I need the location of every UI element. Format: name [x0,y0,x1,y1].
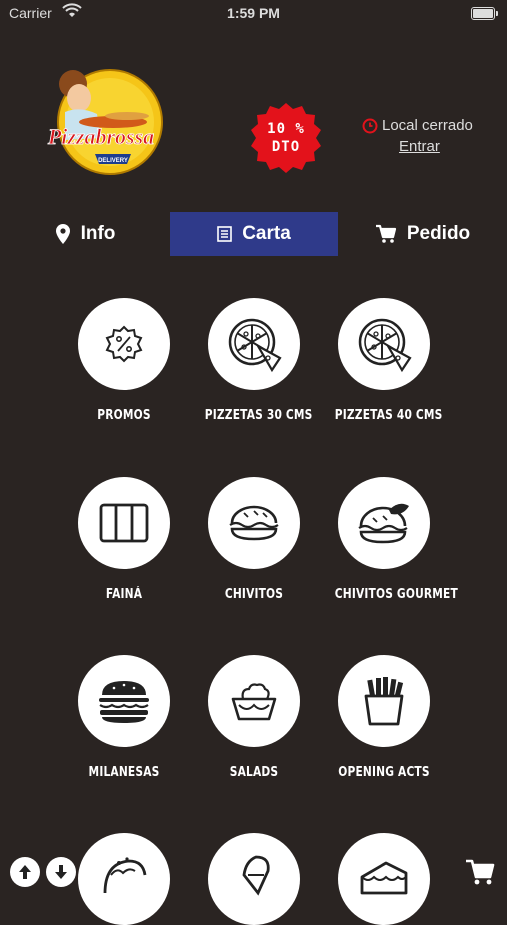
category-circle[interactable] [78,833,170,925]
category-pizzetas-40[interactable]: PIZZETAS 40 CMS [324,298,444,423]
category-label: PROMOS [97,408,151,423]
category-label: SALADS [229,765,279,780]
category-faina[interactable]: FAINÁ [64,477,184,602]
category-label: PIZZETAS 30 CMS [204,408,313,423]
category-label: FAINÁ [105,587,143,602]
category-circle[interactable] [78,477,170,569]
category-milanesas[interactable]: MILANESAS [64,655,184,780]
salad-bowl-icon [231,683,277,721]
scroll-down-button[interactable] [46,857,76,887]
category-circle[interactable] [208,477,300,569]
floating-cart-button[interactable] [464,855,496,887]
gourmet-sandwich-icon [358,503,409,544]
category-circle[interactable] [208,833,300,925]
category-tacos[interactable] [64,833,184,925]
category-label: OPENING ACTS [338,765,430,780]
category-pizzetas-30[interactable]: PIZZETAS 30 CMS [194,298,314,423]
scroll-controls [10,857,76,887]
category-salads[interactable]: SALADS [194,655,314,780]
category-label: PIZZETAS 40 CMS [334,408,443,423]
category-circle[interactable] [78,298,170,390]
pizza-icon [358,318,412,373]
category-opening-acts[interactable]: OPENING ACTS [324,655,444,780]
category-circle[interactable] [338,833,430,925]
taco-icon [103,857,147,894]
ice-cream-icon [242,855,270,896]
category-circle[interactable] [338,477,430,569]
category-grid: PROMOS PIZZETAS 30 CMS PIZZETAS 40 CMS F… [0,0,507,925]
category-chivitos-gourmet[interactable]: CHIVITOS GOURMET [324,477,458,602]
fries-icon [364,677,404,726]
category-label: CHIVITOS [224,587,284,602]
category-label: CHIVITOS GOURMET [334,587,458,602]
category-circle[interactable] [208,298,300,390]
category-label: MILANESAS [88,765,160,780]
cake-icon [360,861,408,895]
category-desserts[interactable] [194,833,314,925]
faina-tray-icon [99,503,149,543]
pizza-icon [228,318,282,373]
category-chivitos[interactable]: CHIVITOS [194,477,314,602]
sandwich-icon [229,505,279,541]
category-circle[interactable] [78,655,170,747]
category-circle[interactable] [208,655,300,747]
category-cakes[interactable] [324,833,444,925]
arrow-down-icon [55,865,67,879]
category-circle[interactable] [338,655,430,747]
arrow-up-icon [19,865,31,879]
category-promos[interactable]: PROMOS [64,298,184,423]
category-circle[interactable] [338,298,430,390]
scroll-up-button[interactable] [10,857,40,887]
burger-icon [99,681,149,723]
discount-badge-icon [105,325,143,363]
